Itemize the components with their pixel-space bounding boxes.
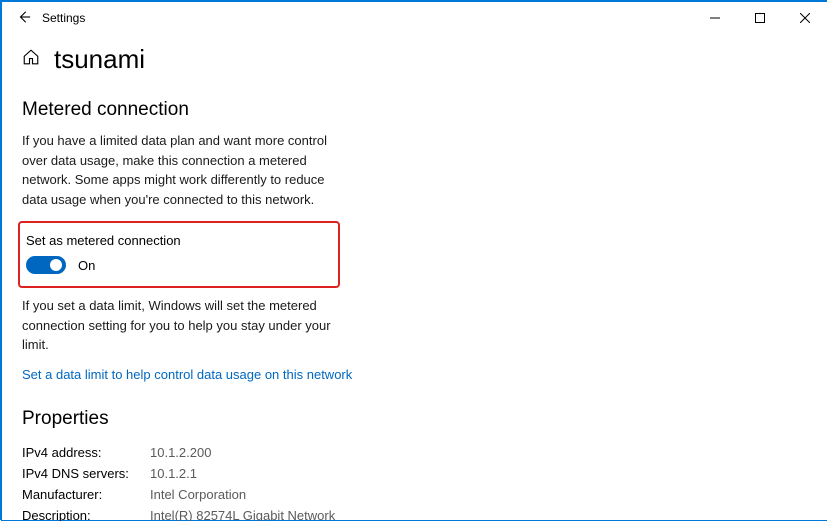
metered-toggle[interactable] xyxy=(26,256,66,274)
minimize-button[interactable] xyxy=(692,2,737,34)
properties-heading: Properties xyxy=(22,408,807,430)
home-icon xyxy=(22,48,40,71)
toggle-label: Set as metered connection xyxy=(22,233,330,248)
property-value: 10.1.2.200 xyxy=(150,445,211,460)
metered-description: If you have a limited data plan and want… xyxy=(22,131,342,209)
data-limit-description: If you set a data limit, Windows will se… xyxy=(22,296,342,355)
property-value: Intel(R) 82574L Gigabit Network Connecti… xyxy=(150,508,340,521)
highlight-box: Set as metered connection On xyxy=(18,221,340,288)
property-value: 10.1.2.1 xyxy=(150,466,197,481)
window-title: Settings xyxy=(42,11,85,25)
property-label: Manufacturer: xyxy=(22,487,150,502)
titlebar: Settings xyxy=(2,2,827,34)
page-title: tsunami xyxy=(54,44,145,75)
property-row: IPv4 address:10.1.2.200 xyxy=(22,442,807,463)
property-row: Manufacturer:Intel Corporation xyxy=(22,484,807,505)
metered-heading: Metered connection xyxy=(22,99,807,121)
property-value: Intel Corporation xyxy=(150,487,246,502)
back-button[interactable] xyxy=(10,10,38,27)
toggle-state: On xyxy=(78,258,95,273)
property-row: IPv4 DNS servers:10.1.2.1 xyxy=(22,463,807,484)
set-data-limit-link[interactable]: Set a data limit to help control data us… xyxy=(22,367,807,382)
close-button[interactable] xyxy=(782,2,827,34)
property-label: Description: xyxy=(22,508,150,521)
property-label: IPv4 address: xyxy=(22,445,150,460)
property-label: IPv4 DNS servers: xyxy=(22,466,150,481)
property-row: Description:Intel(R) 82574L Gigabit Netw… xyxy=(22,505,807,521)
maximize-button[interactable] xyxy=(737,2,782,34)
page-header: tsunami xyxy=(22,44,807,75)
